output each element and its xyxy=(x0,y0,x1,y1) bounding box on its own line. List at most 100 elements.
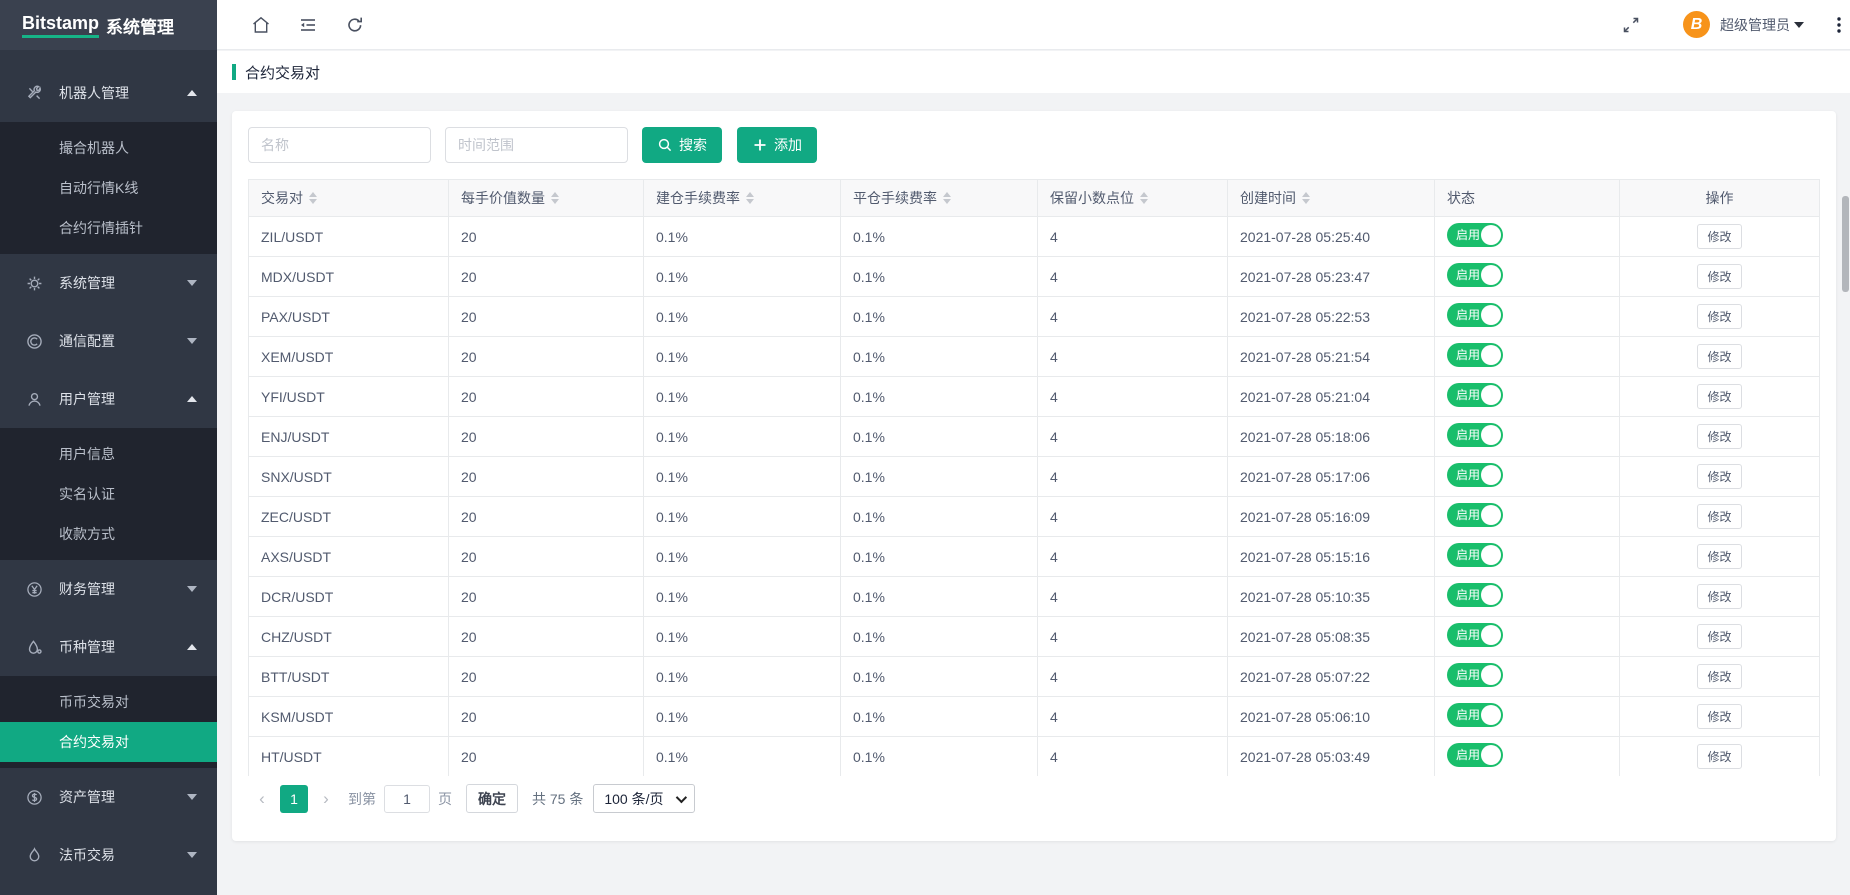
sidebar-item-4[interactable]: 财务管理 xyxy=(0,560,217,618)
sidebar-subitem-3-0[interactable]: 用户信息 xyxy=(0,434,217,474)
status-toggle[interactable]: 启用 xyxy=(1447,303,1503,327)
open-fee-cell: 0.1% xyxy=(656,429,688,445)
lot-value-cell: 20 xyxy=(461,229,477,245)
created-cell: 2021-07-28 05:23:47 xyxy=(1240,269,1370,285)
user-menu[interactable]: 超级管理员 xyxy=(1720,15,1804,35)
column-header-5[interactable]: 创建时间 xyxy=(1228,180,1435,217)
edit-button[interactable]: 修改 xyxy=(1697,264,1741,289)
page-number-button[interactable]: 1 xyxy=(280,785,308,813)
sidebar-subitem-3-2[interactable]: 收款方式 xyxy=(0,514,217,554)
sidebar-subitem-0-2[interactable]: 合约行情插针 xyxy=(0,208,217,248)
edit-button[interactable]: 修改 xyxy=(1697,704,1741,729)
status-toggle[interactable]: 启用 xyxy=(1447,503,1503,527)
pagination: ‹ 1 › 到第 页 确定 共 75 条 100 条/页 xyxy=(248,784,1820,813)
status-toggle-label: 启用 xyxy=(1456,743,1480,767)
created-cell: 2021-07-28 05:22:53 xyxy=(1240,309,1370,325)
column-header-1[interactable]: 每手价值数量 xyxy=(449,180,644,217)
decimals-cell: 4 xyxy=(1050,469,1058,485)
lot-value-cell: 20 xyxy=(461,349,477,365)
status-toggle[interactable]: 启用 xyxy=(1447,223,1503,247)
table-row: YFI/USDT 20 0.1% 0.1% 4 2021-07-28 05:21… xyxy=(249,377,1820,417)
edit-button[interactable]: 修改 xyxy=(1697,544,1741,569)
edit-button[interactable]: 修改 xyxy=(1697,224,1741,249)
more-icon[interactable] xyxy=(1830,15,1848,35)
confirm-button[interactable]: 确定 xyxy=(466,784,518,813)
chevron-icon xyxy=(187,280,197,286)
edit-button[interactable]: 修改 xyxy=(1697,584,1741,609)
table-row: MDX/USDT 20 0.1% 0.1% 4 2021-07-28 05:23… xyxy=(249,257,1820,297)
name-input[interactable] xyxy=(248,127,431,163)
column-header-0[interactable]: 交易对 xyxy=(249,180,449,217)
sidebar-subitem-5-0[interactable]: 币币交易对 xyxy=(0,682,217,722)
home-icon[interactable] xyxy=(251,15,271,35)
decimals-cell: 4 xyxy=(1050,389,1058,405)
add-button[interactable]: 添加 xyxy=(737,127,817,163)
open-fee-cell: 0.1% xyxy=(656,709,688,725)
edit-button[interactable]: 修改 xyxy=(1697,464,1741,489)
refresh-icon[interactable] xyxy=(345,15,365,35)
edit-button[interactable]: 修改 xyxy=(1697,664,1741,689)
close-fee-cell: 0.1% xyxy=(853,429,885,445)
column-header-2[interactable]: 建仓手续费率 xyxy=(644,180,841,217)
pair-cell: MDX/USDT xyxy=(261,269,334,285)
sidebar-item-0[interactable]: 机器人管理 xyxy=(0,64,217,122)
pair-cell: DCR/USDT xyxy=(261,589,333,605)
chevron-icon xyxy=(187,396,197,402)
sidebar-item-2[interactable]: 通信配置 xyxy=(0,312,217,370)
edit-button[interactable]: 修改 xyxy=(1697,384,1741,409)
collapse-menu-icon[interactable] xyxy=(298,15,318,35)
open-fee-cell: 0.1% xyxy=(656,629,688,645)
column-header-3[interactable]: 平仓手续费率 xyxy=(841,180,1038,217)
sidebar-subitem-0-1[interactable]: 自动行情K线 xyxy=(0,168,217,208)
status-toggle[interactable]: 启用 xyxy=(1447,583,1503,607)
status-toggle[interactable]: 启用 xyxy=(1447,463,1503,487)
status-toggle[interactable]: 启用 xyxy=(1447,663,1503,687)
next-page-button[interactable]: › xyxy=(312,785,340,813)
sidebar-item-7[interactable]: 法币交易 xyxy=(0,826,217,884)
edit-button[interactable]: 修改 xyxy=(1697,344,1741,369)
sidebar-item-3[interactable]: 用户管理 xyxy=(0,370,217,428)
page-size-select[interactable]: 100 条/页 xyxy=(593,784,694,813)
time-range-input[interactable] xyxy=(445,127,628,163)
column-label: 状态 xyxy=(1447,188,1475,208)
status-toggle[interactable]: 启用 xyxy=(1447,743,1503,767)
close-fee-cell: 0.1% xyxy=(853,469,885,485)
close-fee-cell: 0.1% xyxy=(853,509,885,525)
chevron-icon xyxy=(187,586,197,592)
status-toggle[interactable]: 启用 xyxy=(1447,623,1503,647)
edit-button[interactable]: 修改 xyxy=(1697,424,1741,449)
status-toggle-label: 启用 xyxy=(1456,623,1480,647)
sidebar-item-6[interactable]: 资产管理 xyxy=(0,768,217,826)
sidebar-subitem-5-1[interactable]: 合约交易对 xyxy=(0,722,217,762)
lot-value-cell: 20 xyxy=(461,269,477,285)
close-fee-cell: 0.1% xyxy=(853,269,885,285)
edit-button[interactable]: 修改 xyxy=(1697,744,1741,769)
page-title: 合约交易对 xyxy=(245,62,320,83)
edit-button[interactable]: 修改 xyxy=(1697,624,1741,649)
window-scrollbar-thumb[interactable] xyxy=(1842,196,1849,292)
toggle-knob xyxy=(1481,385,1501,405)
sort-icon xyxy=(1140,192,1148,204)
status-toggle[interactable]: 启用 xyxy=(1447,383,1503,407)
status-toggle[interactable]: 启用 xyxy=(1447,543,1503,567)
prev-page-button[interactable]: ‹ xyxy=(248,785,276,813)
sidebar-subitem-0-0[interactable]: 撮合机器人 xyxy=(0,128,217,168)
toggle-knob xyxy=(1481,265,1501,285)
fullscreen-icon[interactable] xyxy=(1621,15,1641,35)
status-toggle[interactable]: 启用 xyxy=(1447,263,1503,287)
sidebar-item-label: 机器人管理 xyxy=(59,83,187,103)
gear-icon xyxy=(26,275,43,292)
table-row: PAX/USDT 20 0.1% 0.1% 4 2021-07-28 05:22… xyxy=(249,297,1820,337)
status-toggle[interactable]: 启用 xyxy=(1447,343,1503,367)
status-toggle[interactable]: 启用 xyxy=(1447,423,1503,447)
sidebar-item-5[interactable]: 币种管理 xyxy=(0,618,217,676)
column-header-4[interactable]: 保留小数点位 xyxy=(1038,180,1228,217)
search-button[interactable]: 搜索 xyxy=(642,127,722,163)
sidebar-subitem-3-1[interactable]: 实名认证 xyxy=(0,474,217,514)
table-header-row: 交易对每手价值数量建仓手续费率平仓手续费率保留小数点位创建时间状态操作 xyxy=(249,180,1820,217)
goto-page-input[interactable] xyxy=(384,785,430,813)
edit-button[interactable]: 修改 xyxy=(1697,304,1741,329)
status-toggle[interactable]: 启用 xyxy=(1447,703,1503,727)
edit-button[interactable]: 修改 xyxy=(1697,504,1741,529)
sidebar-item-1[interactable]: 系统管理 xyxy=(0,254,217,312)
